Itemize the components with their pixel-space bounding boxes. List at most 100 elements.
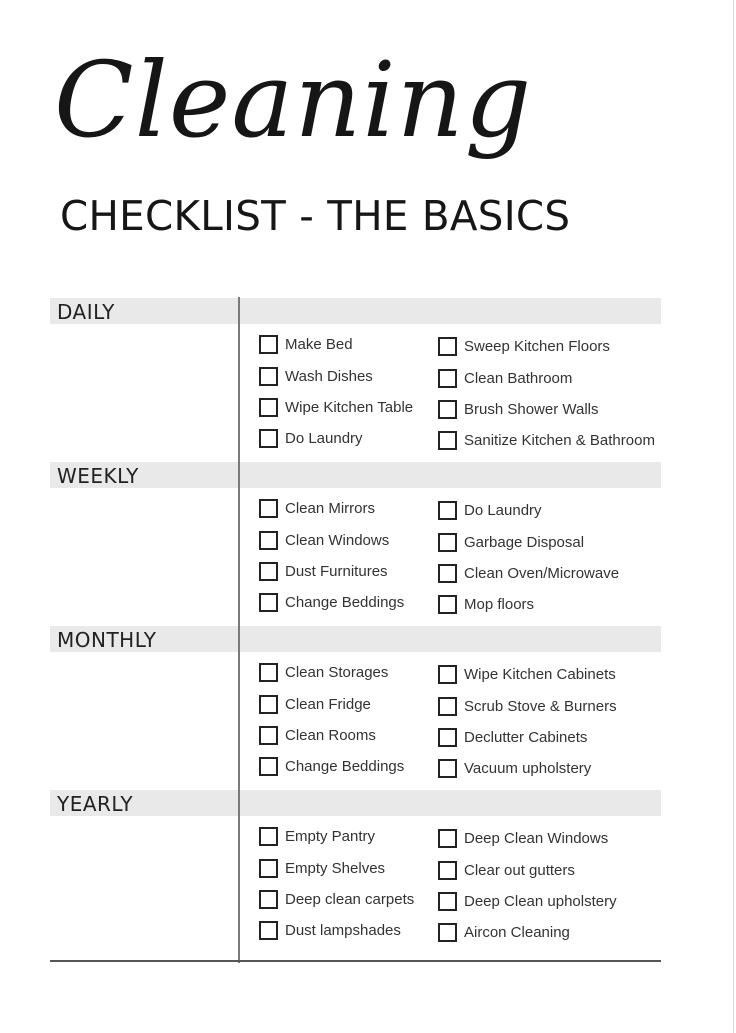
checkbox[interactable] <box>259 826 278 846</box>
checklist-item[interactable]: Declutter Cabinets <box>438 726 587 748</box>
checklist-item[interactable]: Wash Dishes <box>259 365 373 387</box>
checklist-item[interactable]: Aircon Cleaning <box>438 921 570 943</box>
checklist-item-label: Declutter Cabinets <box>464 728 588 746</box>
checkbox[interactable] <box>259 530 278 550</box>
section-header-monthly: MONTHLY <box>50 626 661 652</box>
checkbox[interactable] <box>438 664 457 684</box>
checkbox[interactable] <box>438 368 457 388</box>
checkbox[interactable] <box>259 334 278 354</box>
checklist-item[interactable]: Sweep Kitchen Floors <box>438 335 610 357</box>
checklist-item[interactable]: Dust lampshades <box>259 919 401 941</box>
checkbox[interactable] <box>438 891 457 911</box>
checkbox[interactable] <box>259 889 278 909</box>
checklist-item-label: Make Bed <box>285 335 353 353</box>
checklist-item-label: Change Beddings <box>285 757 405 775</box>
checklist-item-label: Deep clean carpets <box>285 890 415 908</box>
checklist-item[interactable]: Wipe Kitchen Table <box>259 396 413 418</box>
checkbox[interactable] <box>438 727 457 747</box>
checklist-item-label: Dust lampshades <box>285 921 401 939</box>
checkbox[interactable] <box>438 860 457 880</box>
checklist-item-label: Garbage Disposal <box>464 533 585 551</box>
section-title: YEARLY <box>57 792 134 816</box>
checkbox[interactable] <box>438 696 457 716</box>
checklist-item[interactable]: Do Laundry <box>438 499 542 521</box>
checkbox[interactable] <box>438 532 457 552</box>
checkbox[interactable] <box>259 756 278 776</box>
checklist-item-label: Wipe Kitchen Cabinets <box>464 665 616 683</box>
checklist-item[interactable]: Dust Furnitures <box>259 560 388 582</box>
checkbox[interactable] <box>259 858 278 878</box>
checkbox[interactable] <box>259 694 278 714</box>
checklist-item[interactable]: Deep clean carpets <box>259 888 414 910</box>
checklist-item[interactable]: Brush Shower Walls <box>438 398 599 420</box>
checkbox[interactable] <box>259 498 278 518</box>
checkbox[interactable] <box>259 428 278 448</box>
checklist-item-label: Scrub Stove & Burners <box>464 697 617 715</box>
checklist-item-label: Deep Clean upholstery <box>464 892 617 910</box>
checklist-item-label: Clean Rooms <box>285 726 376 744</box>
checklist-item[interactable]: Clean Mirrors <box>259 497 375 519</box>
checklist-item[interactable]: Make Bed <box>259 333 353 355</box>
checklist-item[interactable]: Clean Windows <box>259 529 389 551</box>
section-header-weekly: WEEKLY <box>50 462 661 488</box>
checklist-item[interactable]: Scrub Stove & Burners <box>438 695 617 717</box>
checklist-item-label: Brush Shower Walls <box>464 400 599 418</box>
checkbox[interactable] <box>438 828 457 848</box>
checklist-item[interactable]: Deep Clean Windows <box>438 827 608 849</box>
checklist-item[interactable]: Clean Storages <box>259 661 388 683</box>
checklist-item-label: Mop floors <box>464 595 535 613</box>
checklist-item[interactable]: Empty Shelves <box>259 857 385 879</box>
checklist-item[interactable]: Clean Rooms <box>259 724 376 746</box>
checkbox[interactable] <box>438 336 457 356</box>
checkbox[interactable] <box>438 758 457 778</box>
checklist-item-label: Sweep Kitchen Floors <box>464 337 610 355</box>
checklist-item-label: Clear out gutters <box>464 861 575 879</box>
bottom-rule <box>50 960 661 962</box>
checklist-item-label: Sanitize Kitchen & Bathroom <box>464 431 655 449</box>
checkbox[interactable] <box>438 430 457 450</box>
column-divider <box>238 297 240 963</box>
section-title: MONTHLY <box>57 628 157 652</box>
checklist-item-label: Wipe Kitchen Table <box>285 398 414 416</box>
checklist-item[interactable]: Deep Clean upholstery <box>438 890 617 912</box>
checklist-item-label: Vacuum upholstery <box>464 759 592 777</box>
checkbox[interactable] <box>259 592 278 612</box>
checklist-item[interactable]: Mop floors <box>438 593 534 615</box>
checkbox[interactable] <box>438 500 457 520</box>
checkbox[interactable] <box>259 397 278 417</box>
checklist-item-label: Do Laundry <box>464 501 542 519</box>
checklist-item[interactable]: Clean Oven/Microwave <box>438 562 619 584</box>
checklist-item-label: Dust Furnitures <box>285 562 388 580</box>
page-edge-line <box>733 0 734 1033</box>
checklist-item[interactable]: Vacuum upholstery <box>438 757 591 779</box>
checklist-item[interactable]: Garbage Disposal <box>438 531 584 553</box>
checkbox[interactable] <box>438 922 457 942</box>
checklist-item[interactable]: Empty Pantry <box>259 825 375 847</box>
checklist-item[interactable]: Wipe Kitchen Cabinets <box>438 663 616 685</box>
section-title: DAILY <box>57 300 115 324</box>
checklist-item[interactable]: Clean Bathroom <box>438 367 572 389</box>
checkbox[interactable] <box>259 561 278 581</box>
checklist-item-label: Wash Dishes <box>285 367 373 385</box>
checkbox[interactable] <box>259 366 278 386</box>
checklist-item[interactable]: Sanitize Kitchen & Bathroom <box>438 429 655 451</box>
checklist-item[interactable]: Change Beddings <box>259 755 404 777</box>
checkbox[interactable] <box>259 725 278 745</box>
checkbox[interactable] <box>438 594 457 614</box>
section-header-yearly: YEARLY <box>50 790 661 816</box>
checklist-item[interactable]: Clear out gutters <box>438 859 575 881</box>
checklist-item-label: Clean Fridge <box>285 695 371 713</box>
checklist-item[interactable]: Change Beddings <box>259 591 404 613</box>
checkbox[interactable] <box>259 662 278 682</box>
checklist-item[interactable]: Do Laundry <box>259 427 363 449</box>
checkbox[interactable] <box>438 399 457 419</box>
checklist-item-label: Clean Bathroom <box>464 369 573 387</box>
checklist-item-label: Empty Shelves <box>285 859 386 877</box>
checklist-item-label: Clean Storages <box>285 663 389 681</box>
section-title: WEEKLY <box>57 464 139 488</box>
checkbox[interactable] <box>259 920 278 940</box>
checklist-item[interactable]: Clean Fridge <box>259 693 371 715</box>
checkbox[interactable] <box>438 563 457 583</box>
checklist-item-label: Change Beddings <box>285 593 405 611</box>
checklist-item-label: Clean Mirrors <box>285 499 376 517</box>
